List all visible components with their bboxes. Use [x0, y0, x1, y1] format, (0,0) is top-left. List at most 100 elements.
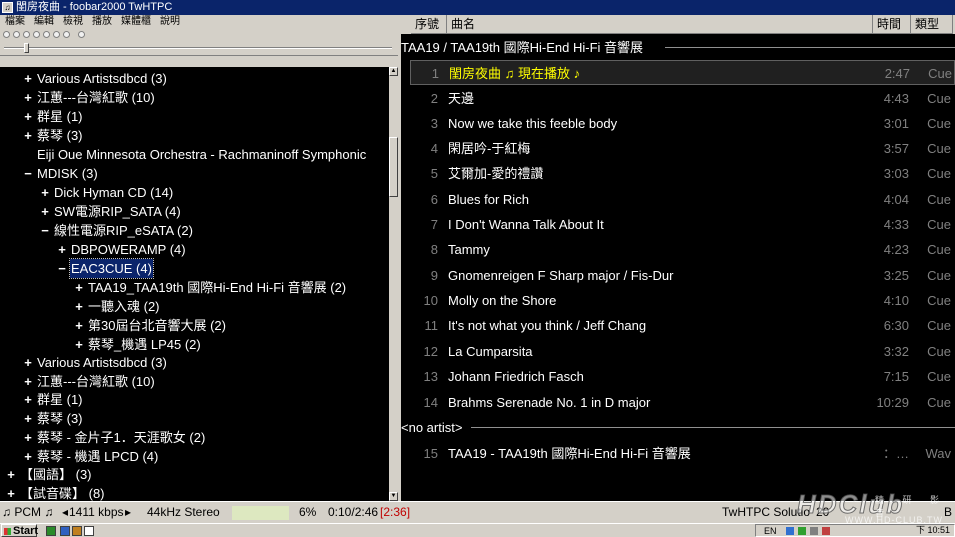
expand-icon[interactable]: +: [22, 107, 34, 126]
menu-playback[interactable]: 播放: [87, 15, 116, 29]
collapse-icon[interactable]: −: [39, 221, 51, 240]
column-index[interactable]: 序號: [411, 15, 447, 34]
expand-icon[interactable]: +: [22, 390, 34, 409]
tree-scrollbar[interactable]: ▲ ▼: [389, 67, 398, 501]
column-type[interactable]: 類型: [911, 15, 953, 34]
track-type: Cue: [927, 217, 951, 232]
random-icon[interactable]: [53, 31, 60, 38]
menu-file[interactable]: 檔案: [0, 15, 29, 29]
playlist-header: 序號 曲名 時間 類型: [401, 15, 955, 34]
tree-node-label: Various Artistsdbcd (3): [37, 355, 167, 370]
update-icon[interactable]: [822, 527, 830, 535]
playlist-row[interactable]: 6 Blues for Rich 4:04 Cue: [401, 187, 955, 212]
language-indicator[interactable]: EN: [764, 526, 777, 537]
playlist-row[interactable]: 4 閑居吟-于紅梅 3:57 Cue: [401, 136, 955, 161]
playlist-row[interactable]: 9 Gnomenreigen F Sharp major / Fis-Dur 3:2…: [401, 263, 955, 288]
system-tray: EN 下 10:51: [755, 524, 955, 537]
library-tree[interactable]: + Various Artistsdbcd (3) + 江蕙---台灣紅歌 (10)…: [0, 67, 389, 501]
track-title: Molly on the Shore: [448, 293, 557, 308]
status-bitrate-arrows: ◂: [62, 505, 69, 519]
playlist-view[interactable]: TAA19 / TAA19th 國際Hi-End Hi-Fi 音響展 1 閨房夜…: [401, 34, 955, 501]
expand-icon[interactable]: +: [39, 202, 51, 221]
playlist-row-playing[interactable]: 1 閨房夜曲 ♫ 現在播放 ♪ 2:47 Cue: [410, 60, 955, 85]
menu-library[interactable]: 媒體櫃: [116, 15, 155, 29]
track-type: Cue: [927, 91, 951, 106]
playlist-row[interactable]: 15 TAA19 - TAA19th 國際Hi-End Hi-Fi 音響展 ：… Wa…: [401, 441, 955, 466]
track-time: 4:04: [883, 192, 909, 207]
expand-icon[interactable]: +: [73, 297, 85, 316]
expand-icon[interactable]: +: [22, 409, 34, 428]
playlist-row[interactable]: 2 天邊 4:43 Cue: [401, 86, 955, 111]
seek-bar[interactable]: [0, 41, 398, 55]
playlist-row[interactable]: 5 艾爾加-愛的禮讚 3:03 Cue: [401, 161, 955, 186]
column-title[interactable]: 曲名: [447, 15, 873, 34]
playlist-row[interactable]: 7 I Don't Wanna Talk About It 4:33 Cue: [401, 212, 955, 237]
window-title: 閨房夜曲 - foobar2000 TwHTPC: [16, 1, 173, 13]
desktop-icon[interactable]: [46, 526, 56, 536]
expand-icon[interactable]: +: [22, 126, 34, 145]
security-icon[interactable]: [798, 527, 806, 535]
volume-tray-icon[interactable]: [810, 527, 818, 535]
collapse-icon[interactable]: −: [56, 259, 68, 278]
group-header: <no artist>: [401, 415, 955, 440]
track-number: 10: [423, 293, 438, 308]
volume-icon[interactable]: [78, 31, 85, 38]
expand-icon[interactable]: +: [22, 353, 34, 372]
playlist-row[interactable]: 12 La Cumparsita 3:32 Cue: [401, 339, 955, 364]
expand-icon[interactable]: +: [73, 316, 85, 335]
track-title: 天邊: [448, 91, 475, 106]
status-buffer: 6%: [299, 505, 317, 519]
track-title: Tammy: [448, 242, 490, 257]
menu-edit[interactable]: 編輯: [29, 15, 58, 29]
expand-icon[interactable]: +: [5, 465, 17, 484]
window-title-bar[interactable]: ♫ 閨房夜曲 - foobar2000 TwHTPC: [0, 0, 955, 15]
scroll-down-icon[interactable]: ▼: [389, 492, 398, 501]
expand-icon[interactable]: +: [73, 278, 85, 297]
explorer-icon[interactable]: [72, 526, 82, 536]
stop-icon[interactable]: [3, 31, 10, 38]
status-remaining: [2:36]: [380, 505, 411, 519]
expand-icon[interactable]: +: [39, 183, 51, 202]
expand-icon[interactable]: +: [73, 335, 85, 354]
open-icon[interactable]: [63, 31, 70, 38]
start-button[interactable]: Start: [1, 524, 38, 537]
track-title: 艾爾加-愛的禮讚: [448, 166, 544, 181]
track-title: It's not what you think / Jeff Chang: [448, 318, 647, 333]
expand-icon[interactable]: +: [22, 428, 34, 447]
track-time: 4:33: [883, 217, 909, 232]
expand-icon[interactable]: +: [22, 372, 34, 391]
expand-icon[interactable]: +: [22, 88, 34, 107]
playlist-row[interactable]: 14 Brahms Serenade No. 1 in D major 10:29 C…: [401, 390, 955, 415]
playlist-row[interactable]: 8 Tammy 4:23 Cue: [401, 237, 955, 262]
play-icon[interactable]: [23, 31, 30, 38]
browser-icon[interactable]: [60, 526, 70, 536]
tree-node-label: TAA19_TAA19th 國際Hi-End Hi-Fi 音響展 (2): [88, 280, 347, 295]
tree-node-label: Dick Hyman CD (14): [54, 185, 174, 200]
scroll-thumb[interactable]: [389, 137, 398, 197]
previous-icon[interactable]: [33, 31, 40, 38]
expand-icon[interactable]: +: [22, 447, 34, 466]
track-time: 4:10: [883, 293, 909, 308]
track-type: Cue: [927, 242, 951, 257]
network-icon[interactable]: [786, 527, 794, 535]
playlist-row[interactable]: 11 It's not what you think / Jeff Chang 6:…: [401, 313, 955, 338]
playlist-row[interactable]: 10 Molly on the Shore 4:10 Cue: [401, 288, 955, 313]
expand-icon[interactable]: +: [22, 69, 34, 88]
collapse-icon[interactable]: −: [22, 164, 34, 183]
column-time[interactable]: 時間: [873, 15, 911, 34]
player-icon[interactable]: [84, 526, 94, 536]
next-icon[interactable]: [43, 31, 50, 38]
menu-help[interactable]: 說明: [155, 15, 184, 29]
seek-thumb[interactable]: [24, 43, 29, 53]
expand-icon[interactable]: +: [56, 240, 68, 259]
status-bitrate-arrows: ▸: [125, 505, 132, 519]
app-icon[interactable]: ♫: [2, 2, 13, 13]
expand-icon[interactable]: +: [5, 484, 17, 501]
scroll-up-icon[interactable]: ▲: [389, 67, 398, 76]
pause-icon[interactable]: [13, 31, 20, 38]
clock[interactable]: 下 10:51: [916, 525, 950, 536]
seek-track[interactable]: [4, 47, 392, 49]
playlist-row[interactable]: 13 Johann Friedrich Fasch 7:15 Cue: [401, 364, 955, 389]
menu-view[interactable]: 檢視: [58, 15, 87, 29]
playlist-row[interactable]: 3 Now we take this feeble body 3:01 Cue: [401, 111, 955, 136]
